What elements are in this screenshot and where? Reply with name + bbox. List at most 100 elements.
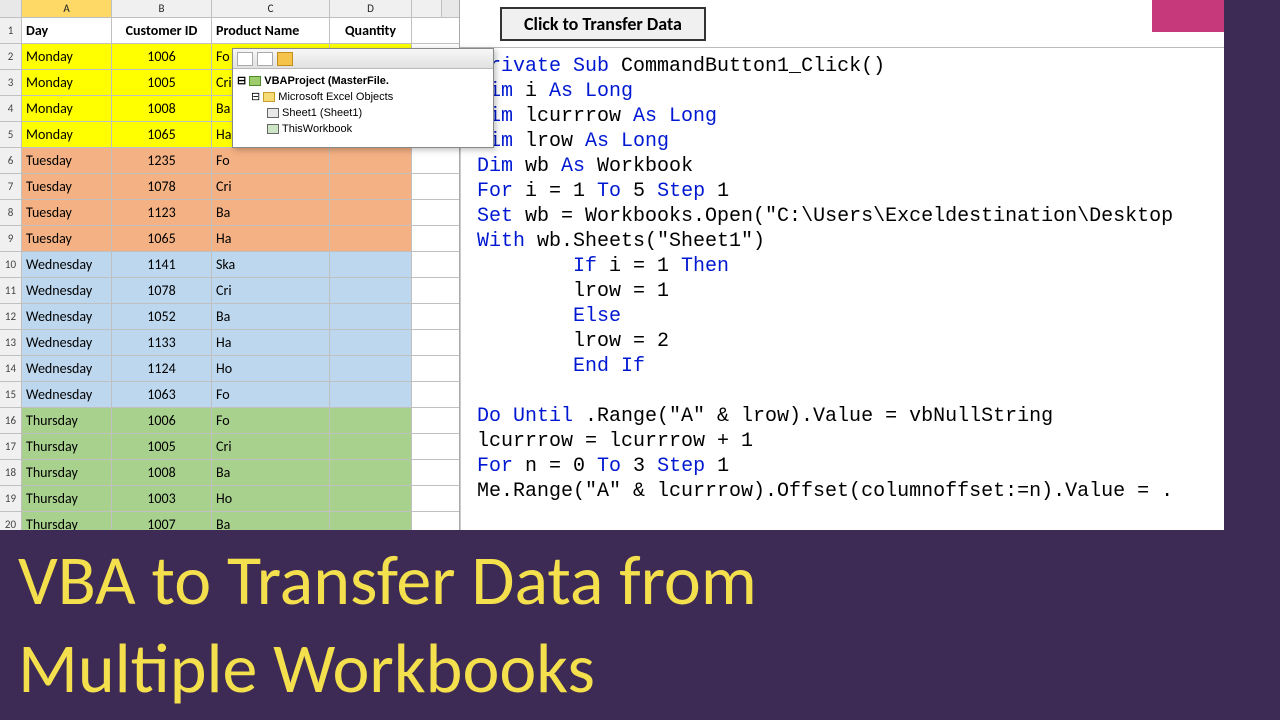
cell[interactable]: 1006 — [112, 408, 212, 433]
cell[interactable] — [330, 382, 412, 407]
row-num[interactable]: 8 — [0, 200, 22, 225]
cell[interactable]: Thursday — [22, 434, 112, 459]
row-num[interactable]: 13 — [0, 330, 22, 355]
cell[interactable] — [330, 226, 412, 251]
cell[interactable]: 1078 — [112, 174, 212, 199]
cell[interactable] — [330, 148, 412, 173]
row-num[interactable]: 14 — [0, 356, 22, 381]
view-code-icon[interactable] — [237, 52, 253, 66]
cell[interactable]: Cri — [212, 434, 330, 459]
col-header-B[interactable]: B — [112, 0, 212, 17]
row-num[interactable]: 5 — [0, 122, 22, 147]
cell[interactable]: Thursday — [22, 460, 112, 485]
cell[interactable]: Wednesday — [22, 382, 112, 407]
cell[interactable] — [330, 408, 412, 433]
cell[interactable]: Monday — [22, 70, 112, 95]
row-num[interactable]: 4 — [0, 96, 22, 121]
cell[interactable]: Wednesday — [22, 330, 112, 355]
col-header-A[interactable]: A — [22, 0, 112, 17]
cell[interactable]: Ho — [212, 486, 330, 511]
cell[interactable]: Wednesday — [22, 278, 112, 303]
cell[interactable]: Day — [22, 18, 112, 43]
tree-sheet-node[interactable]: Sheet1 (Sheet1) — [267, 105, 489, 121]
cell[interactable]: 1008 — [112, 96, 212, 121]
cell[interactable]: Ha — [212, 330, 330, 355]
row-num[interactable]: 17 — [0, 434, 22, 459]
row-num[interactable]: 1 — [0, 18, 22, 43]
row-num[interactable]: 12 — [0, 304, 22, 329]
cell[interactable]: Tuesday — [22, 148, 112, 173]
col-header-D[interactable]: D — [330, 0, 412, 17]
cell[interactable]: 1006 — [112, 44, 212, 69]
cell[interactable] — [330, 486, 412, 511]
vba-project-explorer[interactable]: ⊟ VBAProject (MasterFile. ⊟ Microsoft Ex… — [232, 48, 494, 148]
col-header-E[interactable] — [412, 0, 442, 17]
cell[interactable]: Wednesday — [22, 356, 112, 381]
tree-folder-node[interactable]: ⊟ Microsoft Excel Objects — [251, 89, 489, 105]
cell[interactable]: Tuesday — [22, 226, 112, 251]
cell[interactable]: Monday — [22, 96, 112, 121]
cell[interactable] — [330, 434, 412, 459]
tree-project-node[interactable]: ⊟ VBAProject (MasterFile. — [237, 73, 489, 89]
cell[interactable]: 1124 — [112, 356, 212, 381]
cell[interactable]: Ba — [212, 460, 330, 485]
row-num[interactable]: 16 — [0, 408, 22, 433]
cell[interactable] — [330, 278, 412, 303]
cell[interactable]: 1123 — [112, 200, 212, 225]
cell[interactable]: Ba — [212, 200, 330, 225]
cell[interactable] — [330, 252, 412, 277]
cell[interactable]: 1063 — [112, 382, 212, 407]
cell[interactable]: 1005 — [112, 70, 212, 95]
cell[interactable]: Ha — [212, 226, 330, 251]
cell[interactable]: Thursday — [22, 408, 112, 433]
cell[interactable]: 1078 — [112, 278, 212, 303]
cell[interactable]: 1005 — [112, 434, 212, 459]
cell[interactable]: Monday — [22, 122, 112, 147]
cell[interactable]: Cri — [212, 174, 330, 199]
vba-code-area[interactable]: Private Sub CommandButton1_Click()Dim i … — [460, 48, 1280, 530]
cell[interactable] — [330, 330, 412, 355]
cell[interactable]: 1008 — [112, 460, 212, 485]
cell[interactable]: Tuesday — [22, 200, 112, 225]
cell[interactable]: Customer ID — [112, 18, 212, 43]
row-num[interactable]: 6 — [0, 148, 22, 173]
cell[interactable]: 1052 — [112, 304, 212, 329]
cell[interactable] — [330, 460, 412, 485]
select-all-corner[interactable] — [0, 0, 22, 17]
toggle-folders-icon[interactable] — [277, 52, 293, 66]
cell[interactable]: Tuesday — [22, 174, 112, 199]
cell[interactable]: Product Name — [212, 18, 330, 43]
cell[interactable]: Quantity — [330, 18, 412, 43]
cell[interactable]: 1065 — [112, 226, 212, 251]
cell[interactable]: Wednesday — [22, 252, 112, 277]
cell[interactable] — [330, 356, 412, 381]
row-num[interactable]: 7 — [0, 174, 22, 199]
row-num[interactable]: 19 — [0, 486, 22, 511]
cell[interactable]: Wednesday — [22, 304, 112, 329]
row-num[interactable]: 10 — [0, 252, 22, 277]
cell[interactable]: 1003 — [112, 486, 212, 511]
row-num[interactable]: 2 — [0, 44, 22, 69]
row-num[interactable]: 9 — [0, 226, 22, 251]
row-num[interactable]: 11 — [0, 278, 22, 303]
cell[interactable]: 1133 — [112, 330, 212, 355]
cell[interactable]: Monday — [22, 44, 112, 69]
cell[interactable]: Fo — [212, 382, 330, 407]
cell[interactable]: Ska — [212, 252, 330, 277]
col-header-C[interactable]: C — [212, 0, 330, 17]
cell[interactable]: 1065 — [112, 122, 212, 147]
cell[interactable]: Thursday — [22, 486, 112, 511]
row-num[interactable]: 15 — [0, 382, 22, 407]
cell[interactable]: Ho — [212, 356, 330, 381]
cell[interactable] — [330, 304, 412, 329]
row-num[interactable]: 18 — [0, 460, 22, 485]
cell[interactable] — [330, 174, 412, 199]
view-object-icon[interactable] — [257, 52, 273, 66]
cell[interactable]: Ba — [212, 304, 330, 329]
row-num[interactable]: 3 — [0, 70, 22, 95]
cell[interactable] — [330, 200, 412, 225]
tree-workbook-node[interactable]: ThisWorkbook — [267, 121, 489, 137]
cell[interactable]: Fo — [212, 408, 330, 433]
cell[interactable]: Cri — [212, 278, 330, 303]
cell[interactable]: Fo — [212, 148, 330, 173]
